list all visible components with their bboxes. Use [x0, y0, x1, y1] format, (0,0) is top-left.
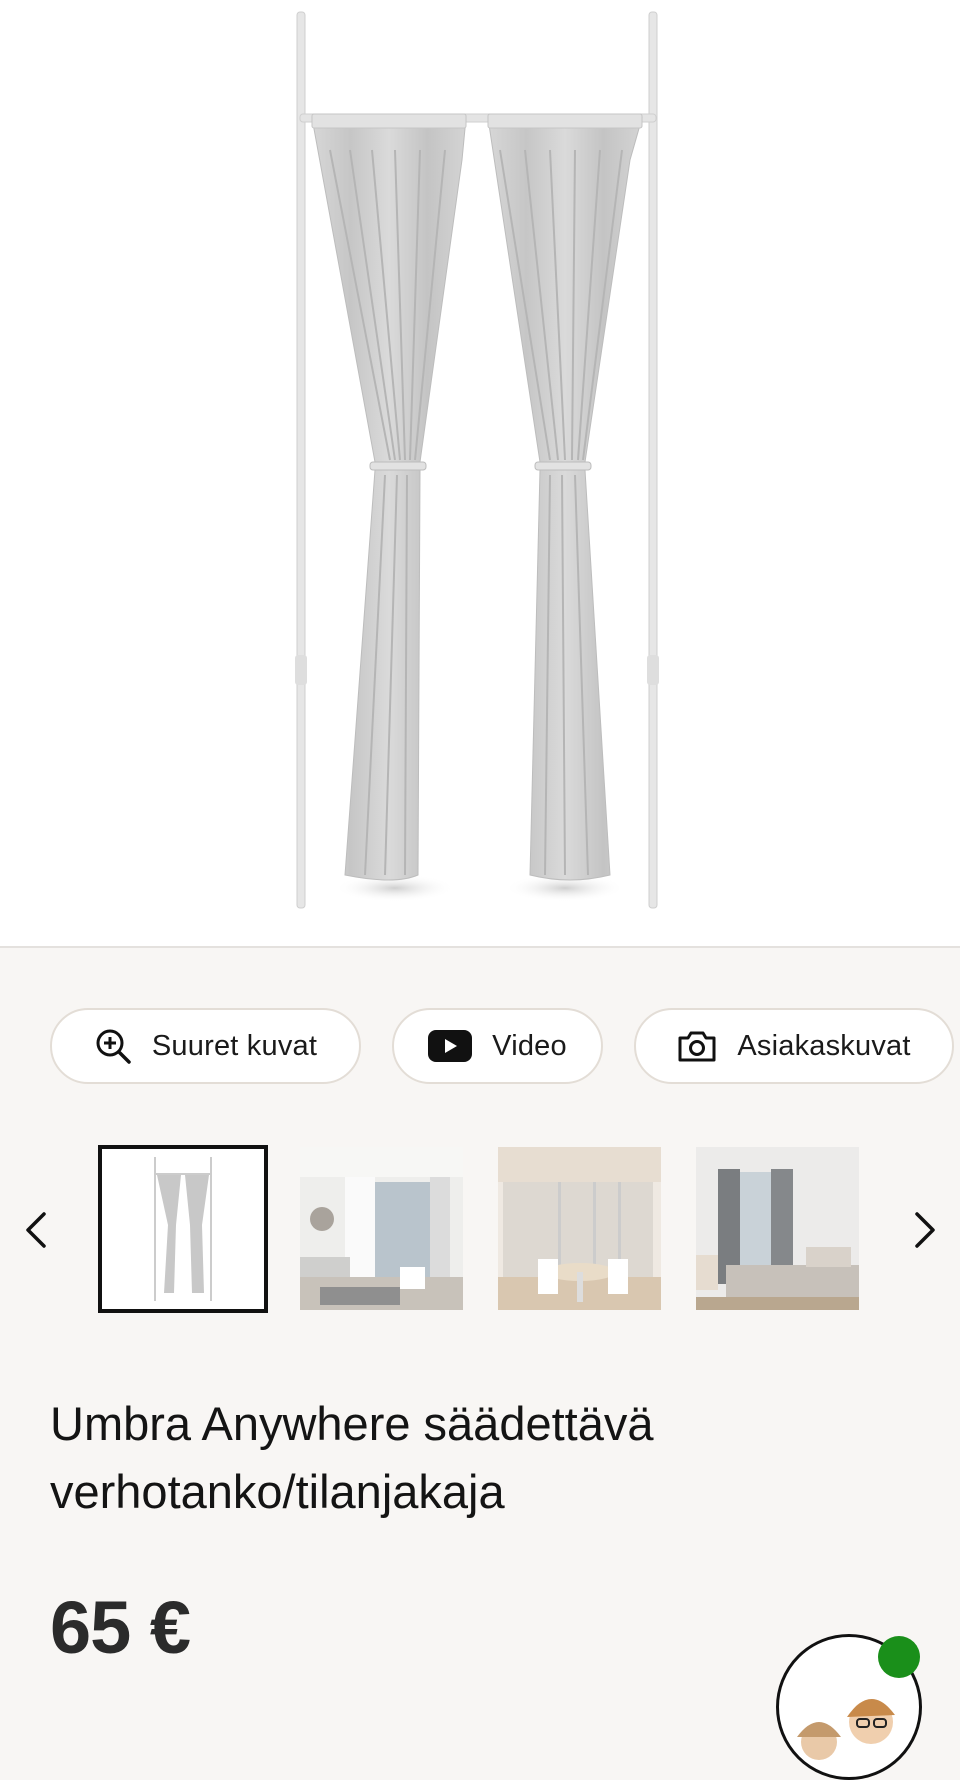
- main-product-image[interactable]: [0, 0, 960, 948]
- large-images-button[interactable]: Suuret kuvat: [50, 1008, 361, 1084]
- online-status-indicator: [878, 1636, 920, 1678]
- customer-images-button[interactable]: Asiakaskuvat: [634, 1008, 954, 1084]
- large-images-label: Suuret kuvat: [151, 1029, 318, 1062]
- customer-images-label: Asiakaskuvat: [737, 1029, 911, 1062]
- thumbnail-4[interactable]: [696, 1147, 859, 1310]
- chevron-right-icon: [915, 1212, 935, 1248]
- video-button[interactable]: Video: [392, 1008, 603, 1084]
- camera-icon: [677, 1029, 717, 1063]
- thumbnail-3[interactable]: [498, 1147, 661, 1310]
- thumbnail-1[interactable]: [98, 1145, 268, 1313]
- thumbnail-bedroom-image: [696, 1147, 859, 1310]
- curtain-illustration: [295, 11, 659, 909]
- product-title: Umbra Anywhere säädettävä verhotanko/til…: [50, 1397, 654, 1518]
- video-label: Video: [492, 1029, 567, 1062]
- zoom-in-icon: [94, 1027, 132, 1065]
- thumbnail-curtain-image: [102, 1149, 264, 1309]
- product-price: 65 €: [50, 1586, 191, 1669]
- thumbnail-living-room-image: [300, 1147, 463, 1310]
- thumbnail-2[interactable]: [300, 1147, 463, 1310]
- carousel-next-button[interactable]: [905, 1208, 945, 1252]
- play-icon: [428, 1030, 473, 1062]
- carousel-prev-button[interactable]: [16, 1208, 56, 1252]
- chevron-left-icon: [26, 1212, 46, 1248]
- thumbnail-dining-room-image: [498, 1147, 661, 1310]
